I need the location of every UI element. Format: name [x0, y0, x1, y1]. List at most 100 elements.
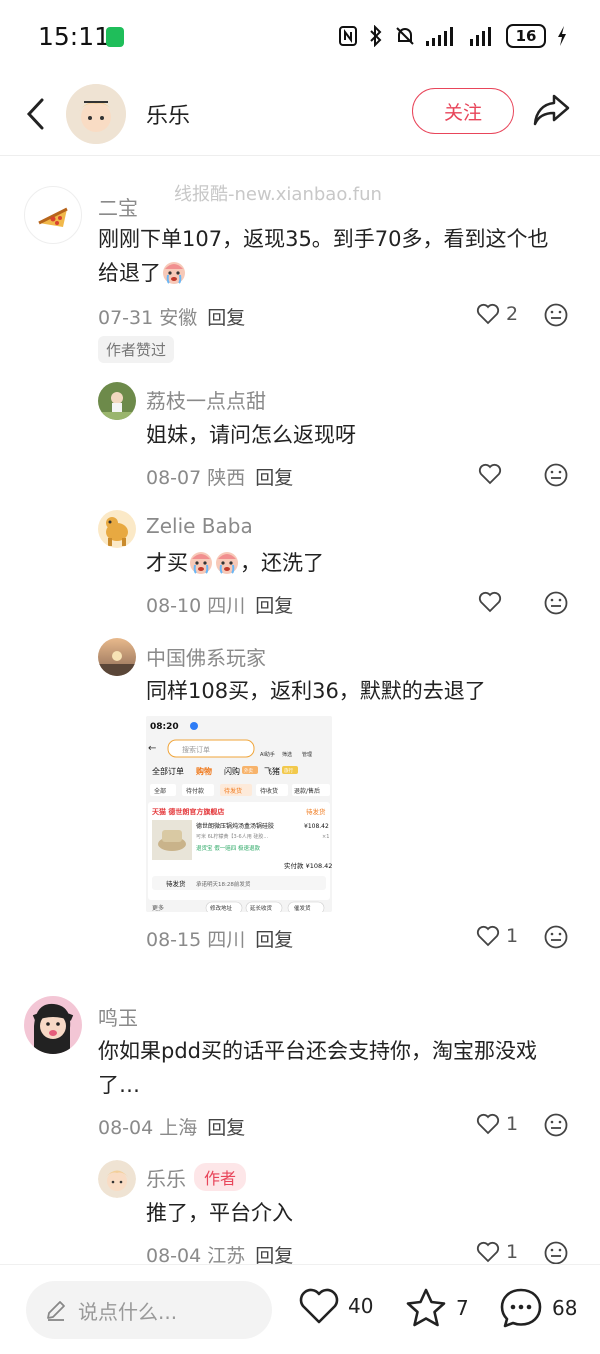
- chevron-left-icon: [26, 98, 44, 130]
- reply-button[interactable]: 回复: [207, 307, 245, 329]
- reply-button[interactable]: 回复: [207, 1117, 245, 1139]
- svg-text:待付款: 待付款: [186, 787, 204, 795]
- comment-text: 刚刚下单107，返现35。到手70多，看到这个也给退了: [98, 222, 568, 290]
- svg-text:承诺明天18:28前发货: 承诺明天18:28前发货: [196, 880, 251, 888]
- svg-text:旅行: 旅行: [284, 767, 293, 774]
- like-button[interactable]: 1: [476, 925, 518, 947]
- watermark: 线报酷-new.xianbao.fun: [174, 184, 382, 205]
- follow-button[interactable]: 关注: [412, 88, 514, 134]
- svg-text:延长收货: 延长收货: [250, 904, 273, 912]
- svg-text:闪购: 闪购: [224, 766, 240, 776]
- svg-text:待发货: 待发货: [306, 807, 326, 816]
- avatar[interactable]: [24, 996, 82, 1054]
- commenter-name[interactable]: 中国佛系玩家: [146, 642, 266, 671]
- heart-icon: [476, 1241, 500, 1263]
- commenter-name[interactable]: 二宝: [98, 192, 138, 221]
- comment-meta: 07-31 安徽 回复: [98, 303, 245, 330]
- avatar[interactable]: [98, 510, 136, 548]
- reply-button[interactable]: 回复: [255, 929, 293, 951]
- like-count: 2: [506, 303, 519, 325]
- chat-bubble-icon: [500, 1288, 542, 1328]
- reply-text: 才买 ，还洗了: [146, 546, 324, 580]
- commenter-name[interactable]: 荔枝一点点甜: [146, 385, 266, 414]
- heart-icon: [476, 303, 500, 325]
- svg-text:¥108.42: ¥108.42: [304, 823, 329, 830]
- heart-icon: [478, 591, 502, 613]
- avatar[interactable]: [66, 84, 126, 144]
- svg-text:可米 6L柠檬黄【3-6人用 硅胶...: 可米 6L柠檬黄【3-6人用 硅胶...: [196, 833, 268, 840]
- commenter-name[interactable]: 鸣玉: [98, 1002, 138, 1031]
- favorite-post-button[interactable]: 7: [404, 1287, 469, 1329]
- attached-screenshot-image[interactable]: 08:20 ← 搜索订单 AI助手 筛选 管理 全部订单 购物 闪购 外卖 飞猪…: [146, 716, 332, 912]
- reply-text-part: 才买: [146, 551, 188, 575]
- back-button[interactable]: [18, 90, 54, 138]
- date-location: 08-07 陕西: [146, 467, 246, 489]
- emoji-reaction-icon[interactable]: [543, 590, 569, 616]
- avatar[interactable]: [98, 638, 136, 676]
- svg-text:实付款 ¥108.42: 实付款 ¥108.42: [284, 861, 332, 870]
- svg-text:全部订单: 全部订单: [152, 766, 184, 776]
- comment-meta: 08-15 四川 回复: [146, 925, 293, 952]
- status-icons: 16: [338, 24, 568, 48]
- author-tag: 作者: [194, 1163, 247, 1191]
- heart-icon: [476, 1113, 500, 1135]
- svg-text:催发货: 催发货: [294, 904, 311, 912]
- svg-text:飞猪: 飞猪: [264, 766, 280, 776]
- emoji-reaction-icon[interactable]: [543, 1240, 569, 1266]
- share-icon: [533, 94, 570, 126]
- date-location: 08-04 上海: [98, 1117, 198, 1139]
- commenter-name-text: 乐乐: [146, 1167, 186, 1191]
- heart-icon: [476, 925, 500, 947]
- reply-text: 同样108买，返利36，默默的去退了: [146, 679, 486, 703]
- comment-input[interactable]: 说点什么...: [26, 1281, 272, 1339]
- profile-name[interactable]: 乐乐: [146, 98, 190, 130]
- date-location: 07-31 安徽: [98, 307, 198, 329]
- emoji-reaction-icon[interactable]: [543, 462, 569, 488]
- emoji-reaction-icon[interactable]: [543, 1112, 569, 1138]
- avatar[interactable]: [98, 382, 136, 420]
- clock: 15:11: [38, 22, 111, 51]
- like-button[interactable]: [478, 591, 502, 613]
- svg-text:×1: ×1: [322, 834, 329, 840]
- comments-button[interactable]: 68: [498, 1287, 577, 1329]
- top-header: 乐乐 关注: [0, 76, 600, 156]
- like-post-button[interactable]: 40: [298, 1287, 373, 1325]
- svg-text:管理: 管理: [302, 751, 312, 758]
- heart-icon: [478, 463, 502, 485]
- comments-count: 68: [552, 1296, 578, 1320]
- svg-text:筛选: 筛选: [282, 751, 292, 758]
- like-button[interactable]: 2: [476, 303, 518, 325]
- commenter-name[interactable]: Zelie Baba: [146, 514, 253, 538]
- like-button[interactable]: 1: [476, 1113, 518, 1135]
- svg-text:待收货: 待收货: [260, 787, 278, 795]
- comment-input-placeholder: 说点什么...: [78, 1299, 178, 1324]
- crying-face-icon: [190, 552, 212, 574]
- reply-button[interactable]: 回复: [255, 467, 293, 489]
- like-count: 1: [506, 1241, 519, 1263]
- svg-text:购物: 购物: [196, 766, 212, 776]
- share-button[interactable]: [532, 90, 576, 134]
- avatar[interactable]: [98, 1160, 136, 1198]
- signal-icon: [426, 27, 453, 46]
- svg-text:德世朗微压锅炖汤盒汤锅硅胶: 德世朗微压锅炖汤盒汤锅硅胶: [196, 822, 274, 830]
- emoji-reaction-icon[interactable]: [543, 302, 569, 328]
- like-button[interactable]: 1: [476, 1241, 518, 1263]
- svg-text:退货宝 假一赔四 极速退款: 退货宝 假一赔四 极速退款: [196, 844, 260, 852]
- author-liked-badge: 作者赞过: [98, 336, 175, 363]
- shot-time: 08:20: [150, 722, 179, 732]
- avatar[interactable]: [24, 186, 82, 244]
- emoji-reaction-icon[interactable]: [543, 924, 569, 950]
- crying-face-icon: [216, 552, 238, 574]
- reply-text: 姐妹，请问怎么返现呀: [146, 423, 356, 447]
- star-icon: [406, 1288, 446, 1327]
- commenter-name[interactable]: 乐乐 作者: [146, 1163, 247, 1192]
- heart-icon: [299, 1288, 339, 1324]
- svg-text:全部: 全部: [154, 787, 166, 795]
- like-button[interactable]: [478, 463, 502, 485]
- favorite-post-count: 7: [456, 1296, 469, 1320]
- bluetooth-icon: [370, 25, 382, 47]
- shot-search: 搜索订单: [182, 745, 210, 754]
- reply-button[interactable]: 回复: [255, 595, 293, 617]
- svg-text:待发货: 待发货: [224, 787, 242, 795]
- comment-meta: 08-10 四川 回复: [146, 591, 293, 618]
